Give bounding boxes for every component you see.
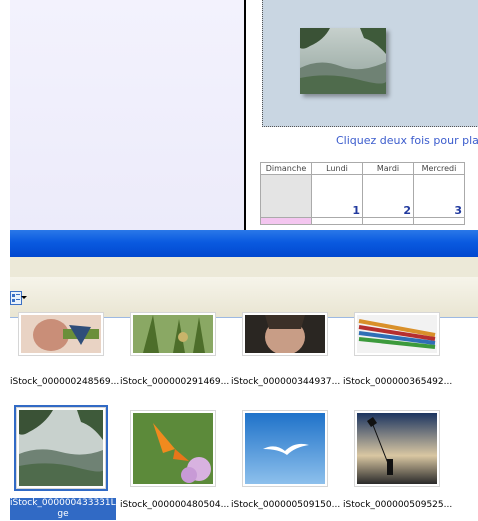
file-name-label[interactable]: iStock_000000509525... xyxy=(343,500,452,510)
file-name-label[interactable]: iStock_000000509150... xyxy=(231,500,340,510)
file-name-label[interactable]: iStock_000000365492... xyxy=(343,377,452,387)
seagull-image xyxy=(245,413,325,484)
landscape-image xyxy=(19,410,103,486)
calendar-day-cell[interactable] xyxy=(362,217,414,225)
calendar-day-cell[interactable] xyxy=(260,217,312,225)
left-margin xyxy=(0,0,10,521)
weekday-header: Lundi xyxy=(311,162,363,175)
file-name-line: iStock_000000433331Lar xyxy=(10,498,125,508)
butterfly-image xyxy=(133,413,213,484)
calendar-instruction-text: Cliquez deux fois pour placer xyxy=(336,134,478,147)
calendar-day-cell[interactable]: 2 xyxy=(362,174,414,218)
file-thumbnail[interactable] xyxy=(242,410,328,487)
calendar-day-cell[interactable]: 1 xyxy=(311,174,363,218)
photo-placeholder[interactable] xyxy=(300,28,387,94)
file-name-label[interactable]: iStock_000000344937... xyxy=(231,377,340,387)
file-thumbnail-selected[interactable] xyxy=(14,405,108,491)
file-name-label[interactable]: iStock_000000480504... xyxy=(120,500,229,510)
landscape-image xyxy=(300,28,387,94)
plant-image xyxy=(133,315,213,353)
chevron-down-icon[interactable] xyxy=(21,296,27,299)
calendar-grid: Dimanche Lundi Mardi Mercredi 1 2 3 xyxy=(260,162,465,225)
menu-bar[interactable] xyxy=(10,257,478,277)
weekday-header: Mercredi xyxy=(413,162,465,175)
weekday-header: Mardi xyxy=(362,162,414,175)
file-name-line: ge xyxy=(57,509,69,519)
file-name-label[interactable]: iStock_000000248569... xyxy=(10,377,119,387)
calendar-day-cell[interactable] xyxy=(311,217,363,225)
calendar-day-cell[interactable] xyxy=(413,217,465,225)
file-thumbnail[interactable] xyxy=(18,312,104,356)
portrait-image xyxy=(21,315,101,353)
calendar-day-cell[interactable] xyxy=(260,174,312,218)
file-name-label-selected[interactable]: iStock_000000433331Lar ge xyxy=(10,498,125,520)
file-thumbnail[interactable] xyxy=(354,312,440,356)
file-name-label[interactable]: iStock_000000291469... xyxy=(120,377,229,387)
weekday-header: Dimanche xyxy=(260,162,312,175)
file-thumbnail[interactable] xyxy=(130,410,216,487)
portrait-image xyxy=(245,315,325,353)
file-thumbnail[interactable] xyxy=(242,312,328,356)
window-title-bar[interactable] xyxy=(10,230,478,257)
calendar-day-cell[interactable]: 3 xyxy=(413,174,465,218)
file-thumbnail[interactable] xyxy=(130,312,216,356)
document-page-area[interactable] xyxy=(10,0,246,230)
pencils-image xyxy=(357,315,437,353)
kite-sunset-image xyxy=(357,413,437,484)
file-thumbnail[interactable] xyxy=(354,410,440,487)
